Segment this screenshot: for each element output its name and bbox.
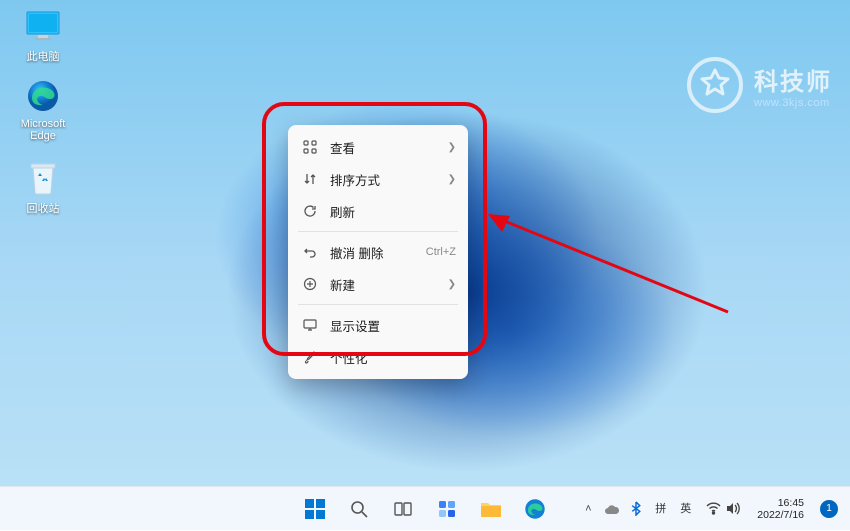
tray-onedrive-button[interactable] — [601, 487, 623, 531]
search-icon — [349, 499, 369, 519]
taskbar-clock[interactable]: 16:45 2022/7/16 — [749, 487, 812, 531]
menu-item-label: 撤消 删除 — [330, 243, 426, 262]
menu-item-label: 刷新 — [330, 202, 456, 221]
ime-line2: 英 — [680, 503, 691, 515]
system-tray: ˄ 拼 英 16:45 2022/7/16 1 — [577, 487, 844, 530]
taskbar-explorer-button[interactable] — [473, 491, 509, 527]
menu-item-label: 显示设置 — [330, 316, 456, 335]
edge-icon — [524, 498, 546, 520]
taskbar-center-icons — [297, 491, 553, 527]
clock-time: 16:45 — [757, 497, 804, 509]
taskbar-search-button[interactable] — [341, 491, 377, 527]
menu-separator — [298, 231, 458, 232]
taskbar-edge-button[interactable] — [517, 491, 553, 527]
watermark-logo-icon — [686, 56, 744, 114]
ime-indicator[interactable]: 拼 — [649, 487, 672, 531]
grid-icon — [300, 140, 320, 154]
ime-line1: 拼 — [655, 503, 666, 515]
menu-item-display-settings[interactable]: 显示设置 — [288, 309, 468, 341]
menu-item-shortcut: Ctrl+Z — [426, 246, 456, 258]
menu-item-label: 查看 — [330, 138, 448, 157]
desktop-icon-this-pc[interactable]: 此电脑 — [10, 8, 76, 64]
desktop-context-menu: 查看 ❯ 排序方式 ❯ 刷新 撤消 删除 Ctrl+Z 新建 ❯ 显示设置 个性… — [288, 125, 468, 379]
bluetooth-icon — [631, 501, 641, 516]
watermark-url: www.3kjs.com — [754, 97, 832, 109]
menu-item-new[interactable]: 新建 ❯ — [288, 268, 468, 300]
desktop-icon-label: Microsoft Edge — [10, 118, 76, 142]
chevron-right-icon: ❯ — [448, 174, 456, 185]
volume-icon — [723, 502, 743, 515]
plus-circle-icon — [300, 277, 320, 291]
monitor-icon — [25, 8, 61, 44]
display-icon — [300, 318, 320, 332]
sort-icon — [300, 172, 320, 186]
notification-badge[interactable]: 1 — [820, 500, 838, 518]
desktop-icon-recycle-bin[interactable]: 回收站 — [10, 160, 76, 216]
watermark: 科技师 www.3kjs.com — [686, 56, 832, 114]
desktop-icon-edge[interactable]: Microsoft Edge — [10, 78, 76, 142]
menu-item-undo-delete[interactable]: 撤消 删除 Ctrl+Z — [288, 236, 468, 268]
wifi-icon — [703, 502, 723, 515]
notification-count: 1 — [826, 503, 832, 514]
menu-item-view[interactable]: 查看 ❯ — [288, 131, 468, 163]
chevron-up-icon: ˄ — [585, 503, 591, 515]
menu-separator — [298, 304, 458, 305]
menu-item-label: 新建 — [330, 275, 448, 294]
tray-network-volume-group[interactable] — [699, 487, 747, 531]
chevron-right-icon: ❯ — [448, 142, 456, 153]
recycle-bin-icon — [25, 160, 61, 196]
clock-date: 2022/7/16 — [757, 509, 804, 521]
tray-bluetooth-button[interactable] — [625, 487, 647, 531]
chevron-right-icon: ❯ — [448, 279, 456, 290]
menu-item-refresh[interactable]: 刷新 — [288, 195, 468, 227]
file-explorer-icon — [480, 499, 502, 519]
refresh-icon — [300, 204, 320, 218]
menu-item-label: 排序方式 — [330, 170, 448, 189]
tray-overflow-button[interactable]: ˄ — [577, 487, 599, 531]
taskbar-task-view-button[interactable] — [385, 491, 421, 527]
widgets-icon — [437, 499, 457, 519]
desktop-icon-label: 此电脑 — [27, 48, 60, 64]
menu-item-personalize[interactable]: 个性化 — [288, 341, 468, 373]
undo-icon — [300, 245, 320, 259]
start-button[interactable] — [297, 491, 333, 527]
menu-item-sort[interactable]: 排序方式 ❯ — [288, 163, 468, 195]
taskbar: ˄ 拼 英 16:45 2022/7/16 1 — [0, 486, 850, 530]
edge-icon — [25, 78, 61, 114]
task-view-icon — [393, 499, 413, 519]
taskbar-widgets-button[interactable] — [429, 491, 465, 527]
menu-item-label: 个性化 — [330, 348, 456, 367]
cloud-icon — [604, 503, 620, 515]
windows-icon — [304, 498, 326, 520]
desktop-icon-label: 回收站 — [27, 200, 60, 216]
watermark-title: 科技师 — [754, 62, 832, 97]
brush-icon — [300, 350, 320, 364]
ime-mode-indicator[interactable]: 英 — [674, 487, 697, 531]
